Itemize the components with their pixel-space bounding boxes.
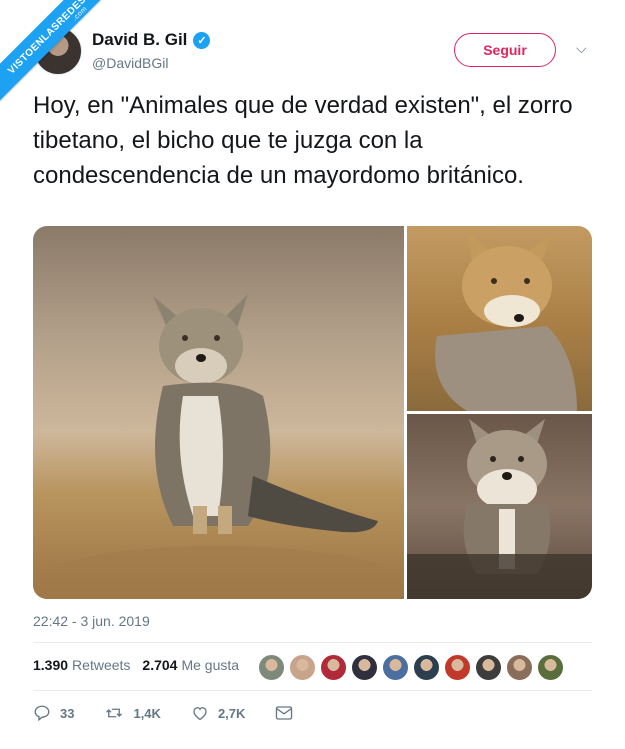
fox-illustration xyxy=(407,419,592,599)
heart-icon xyxy=(193,707,207,721)
tweet-photo-bottom-right[interactable] xyxy=(407,414,592,599)
liker-avatar[interactable] xyxy=(506,654,533,681)
chevron-down-icon[interactable]: ⌵ xyxy=(576,40,587,57)
reply-count: 33 xyxy=(60,705,75,721)
liker-avatar[interactable] xyxy=(382,654,409,681)
liker-avatar[interactable] xyxy=(475,654,502,681)
retweet-button[interactable]: 1,4K xyxy=(104,704,161,722)
fox-illustration xyxy=(33,294,404,599)
author-name-row: David B. Gil ✓ xyxy=(92,30,211,50)
reply-button[interactable]: 33 xyxy=(33,704,74,722)
retweets-stat[interactable]: 1.390 Retweets xyxy=(33,657,130,673)
likers-avatars xyxy=(258,654,564,681)
fox-illustration xyxy=(435,231,577,411)
tweet-stats: 1.390 Retweets 2.704 Me gusta xyxy=(33,657,239,673)
retweet-icon xyxy=(106,708,123,718)
liker-avatar[interactable] xyxy=(351,654,378,681)
retweet-count: 1,4K xyxy=(133,705,161,721)
tweet-media-grid xyxy=(33,226,592,599)
verified-badge-icon: ✓ xyxy=(193,31,211,49)
envelope-icon xyxy=(276,706,293,720)
author-handle[interactable]: @DavidBGil xyxy=(92,55,168,71)
likes-label: Me gusta xyxy=(181,657,240,673)
retweets-count: 1.390 xyxy=(33,657,69,673)
divider xyxy=(33,690,592,691)
tweet-timestamp[interactable]: 22:42 - 3 jun. 2019 xyxy=(33,613,150,629)
likes-count: 2.704 xyxy=(142,657,178,673)
reply-icon xyxy=(34,705,50,722)
tweet-actions: 33 1,4K 2,7K xyxy=(33,704,323,722)
liker-avatar[interactable] xyxy=(289,654,316,681)
author-name[interactable]: David B. Gil xyxy=(92,30,187,50)
like-count: 2,7K xyxy=(217,705,246,721)
retweets-label: Retweets xyxy=(72,657,131,673)
follow-button[interactable]: Seguir xyxy=(454,33,556,67)
divider xyxy=(33,642,592,643)
liker-avatar[interactable] xyxy=(258,654,285,681)
liker-avatar[interactable] xyxy=(320,654,347,681)
tweet-photo-main[interactable] xyxy=(33,226,404,599)
direct-message-button[interactable] xyxy=(275,705,293,721)
liker-avatar[interactable] xyxy=(413,654,440,681)
tweet-photo-top-right[interactable] xyxy=(407,226,592,411)
like-button[interactable]: 2,7K xyxy=(191,704,245,722)
liker-avatar[interactable] xyxy=(537,654,564,681)
likes-stat[interactable]: 2.704 Me gusta xyxy=(142,657,239,673)
liker-avatar[interactable] xyxy=(444,654,471,681)
tweet-text: Hoy, en "Animales que de verdad existen"… xyxy=(33,92,573,189)
